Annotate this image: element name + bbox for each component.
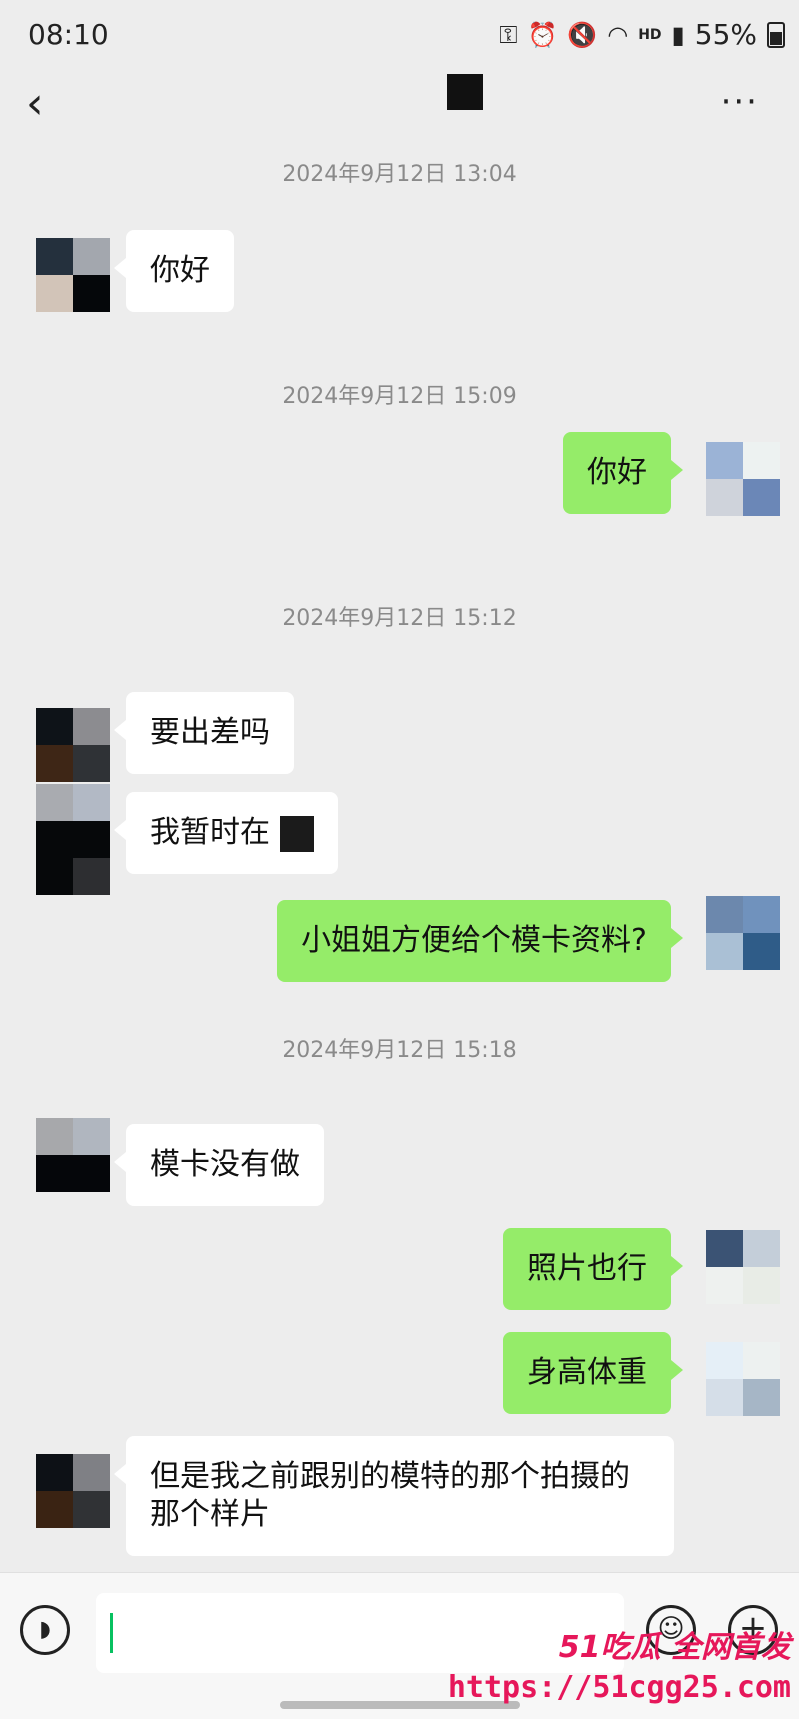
battery-percent: 55%	[694, 18, 757, 51]
plus-icon: +	[738, 1608, 768, 1648]
message-received[interactable]: 要出差吗	[114, 692, 294, 774]
contact-avatar-partial	[36, 858, 110, 932]
network-label: HD	[638, 26, 662, 43]
message-received[interactable]: 我暂时在	[114, 792, 338, 874]
battery-icon	[767, 21, 785, 48]
contact-avatar[interactable]	[36, 784, 110, 858]
message-received[interactable]: 你好	[114, 230, 234, 312]
message-sent[interactable]: 照片也行	[503, 1228, 683, 1310]
home-indicator[interactable]	[280, 1701, 520, 1709]
message-list[interactable]: 2024年9月12日 13:04 你好 2024年9月12日 15:09 你好 …	[0, 152, 799, 1572]
timestamp: 2024年9月12日 15:12	[282, 606, 517, 631]
mute-icon: 🔇	[567, 20, 598, 49]
wifi-icon: ◠	[607, 20, 629, 49]
message-sent[interactable]: 身高体重	[503, 1332, 683, 1414]
message-sent[interactable]: 小姐姐方便给个模卡资料?	[277, 900, 683, 982]
text-caret	[110, 1613, 113, 1653]
message-received[interactable]: 模卡没有做	[114, 1124, 324, 1206]
message-received[interactable]: 但是我之前跟别的模特的那个拍摄的那个样片	[114, 1436, 674, 1556]
user-avatar[interactable]	[706, 442, 780, 516]
timestamp: 2024年9月12日 15:18	[282, 1038, 517, 1063]
timestamp: 2024年9月12日 15:09	[282, 384, 517, 409]
emoji-button[interactable]: ☺	[646, 1605, 696, 1655]
voice-icon: ◗	[39, 1617, 51, 1642]
timestamp: 2024年9月12日 13:04	[282, 162, 517, 187]
user-avatar[interactable]	[706, 1342, 780, 1416]
more-options-button[interactable]: ···	[721, 82, 759, 122]
message-input[interactable]	[96, 1593, 624, 1673]
contact-avatar[interactable]	[36, 708, 110, 782]
message-text: 我暂时在	[150, 815, 270, 850]
contact-avatar[interactable]	[36, 238, 110, 312]
clock: 08:10	[28, 18, 109, 51]
alarm-icon: ⏰	[527, 20, 558, 49]
voice-input-button[interactable]: ◗	[20, 1605, 70, 1655]
contact-avatar[interactable]	[36, 1118, 110, 1192]
chat-title-redacted	[447, 74, 483, 110]
redacted-block	[280, 815, 314, 852]
contact-avatar[interactable]	[36, 1454, 110, 1528]
user-avatar[interactable]	[706, 1230, 780, 1304]
signal-icon: ▮	[671, 20, 685, 49]
status-bar: 08:10 ⚿ ⏰ 🔇 ◠ HD ▮ 55%	[0, 0, 799, 72]
input-bar: ◗ ☺ +	[0, 1572, 799, 1719]
more-functions-button[interactable]: +	[728, 1605, 778, 1655]
message-sent[interactable]: 你好	[563, 432, 683, 514]
key-icon: ⚿	[499, 20, 518, 49]
chat-header: ‹ ···	[0, 72, 799, 152]
status-icons: ⚿ ⏰ 🔇 ◠ HD ▮ 55%	[499, 18, 785, 51]
back-button[interactable]: ‹	[26, 82, 44, 126]
emoji-icon: ☺	[657, 1614, 685, 1644]
user-avatar[interactable]	[706, 896, 780, 970]
